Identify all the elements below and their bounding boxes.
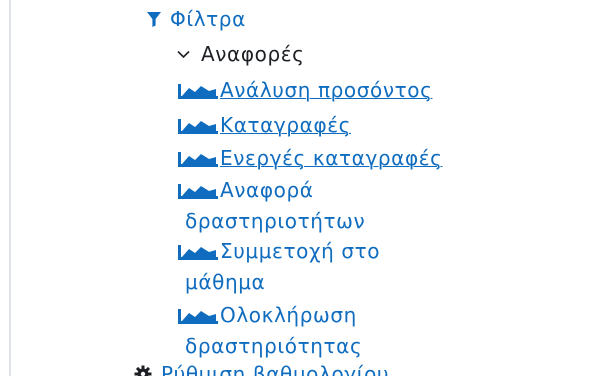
chevron-down-icon: [177, 50, 190, 58]
gradebook-setup-label: Ρύθμιση βαθμολογίου: [161, 362, 390, 376]
report-item-live-logs[interactable]: Ενεργές καταγραφές: [176, 143, 443, 174]
area-chart-icon: [178, 83, 218, 99]
report-item-competency-breakdown[interactable]: Ανάλυση προσόντος: [176, 75, 432, 106]
filter-icon: [147, 11, 161, 27]
filters-link[interactable]: Φίλτρα: [147, 5, 246, 33]
gear-icon: [134, 365, 152, 376]
report-item-label: Ολοκλήρωση: [220, 303, 357, 327]
area-chart-icon: [178, 308, 218, 324]
gradebook-setup-link[interactable]: Ρύθμιση βαθμολογίου: [134, 360, 389, 376]
area-chart-icon: [178, 183, 218, 199]
report-item-label: Ενεργές καταγραφές: [220, 146, 443, 170]
report-item-label: Ανάλυση προσόντος: [220, 78, 433, 102]
report-item-logs[interactable]: Καταγραφές: [176, 110, 351, 141]
panel-divider: [9, 0, 11, 376]
report-item-label-continued: μάθημα: [185, 270, 266, 294]
report-item-activity-report[interactable]: Αναφορά δραστηριοτήτων: [176, 175, 365, 237]
area-chart-icon: [178, 151, 218, 167]
report-item-label: Καταγραφές: [220, 113, 351, 137]
report-item-course-participation[interactable]: Συμμετοχή στο μάθημα: [176, 236, 380, 298]
filters-label: Φίλτρα: [170, 7, 246, 31]
report-item-label-continued: δραστηριότητας: [185, 334, 363, 358]
report-item-activity-completion[interactable]: Ολοκλήρωση δραστηριότητας: [176, 300, 362, 362]
navigation-panel: Φίλτρα Αναφορές Ανάλυση προσόντος Καταγρ…: [0, 0, 597, 376]
reports-section-toggle[interactable]: Αναφορές: [177, 40, 305, 68]
reports-label: Αναφορές: [201, 42, 305, 66]
report-item-label: Αναφορά: [220, 178, 314, 202]
report-item-label: Συμμετοχή στο: [220, 239, 381, 263]
report-item-label-continued: δραστηριοτήτων: [185, 209, 366, 233]
area-chart-icon: [178, 244, 218, 260]
area-chart-icon: [178, 118, 218, 134]
